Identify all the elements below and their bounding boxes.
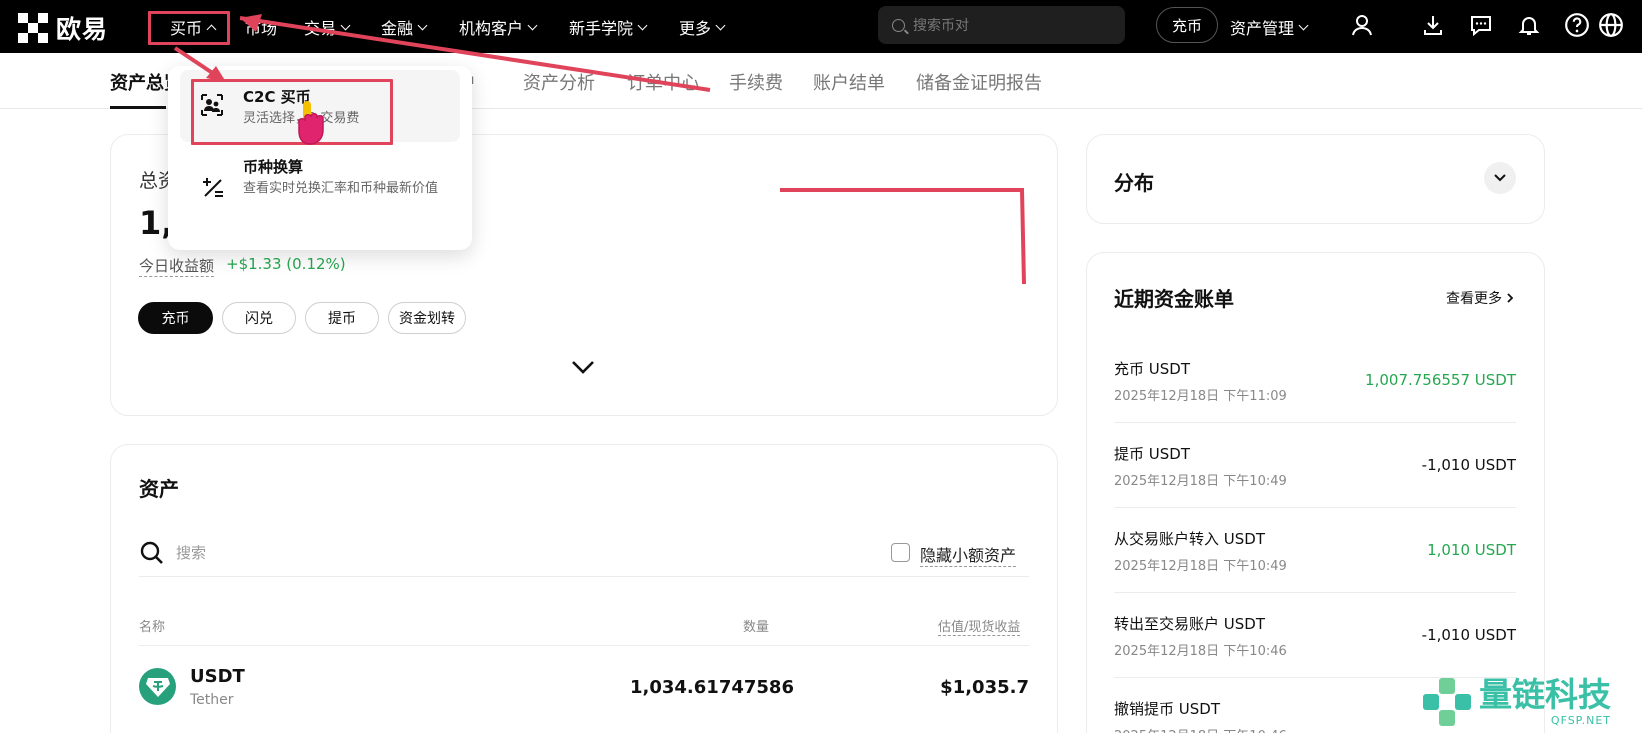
nav-academy[interactable]: 新手学院 [569, 15, 648, 39]
tab-statements[interactable]: 账户结单 [813, 69, 885, 95]
bill-amount: 1,010 USDT [1427, 541, 1516, 559]
chevron-down-icon [1494, 174, 1506, 182]
asset-fullname: Tether [190, 692, 234, 708]
divider [139, 645, 1029, 646]
nav-market[interactable]: 市场 [245, 15, 277, 39]
col-header-value[interactable]: 估值/现货收益 [938, 616, 1021, 636]
active-tab-indicator [110, 106, 166, 109]
assets-search-input[interactable]: 搜索 [176, 542, 206, 563]
usdt-token-icon [139, 668, 176, 705]
asset-management-label: 资产管理 [1230, 19, 1295, 38]
plus-minus-icon [203, 178, 223, 197]
divider [139, 576, 1029, 577]
divider [1114, 592, 1516, 593]
bill-amount: 1,007.756557 USDT [1365, 371, 1516, 389]
nav-trade-label: 交易 [304, 19, 337, 38]
user-icon[interactable] [1350, 13, 1374, 37]
top-deposit-button[interactable]: 充币 [1156, 7, 1218, 43]
transfer-button[interactable]: 资金划转 [388, 302, 466, 334]
watermark: 量链科技 QFSP.NET [1423, 676, 1611, 727]
nav-buy-crypto[interactable]: 买币 [170, 15, 217, 39]
chevron-right-icon [1507, 293, 1514, 303]
nav-more[interactable]: 更多 [679, 15, 726, 39]
pair-search-input[interactable]: 搜索币对 [878, 6, 1125, 44]
okx-logo-icon [18, 13, 48, 43]
distribution-card [1086, 134, 1545, 224]
expand-chevron-icon[interactable] [570, 358, 596, 376]
chat-icon[interactable] [1469, 13, 1493, 37]
recent-bills-title: 近期资金账单 [1114, 287, 1234, 311]
bill-item[interactable]: 转出至交易账户 USDT 2025年12月18日 下午10:46 -1,010 … [1114, 613, 1516, 659]
bill-amount: -1,010 USDT [1421, 456, 1516, 474]
deposit-button[interactable]: 充币 [138, 302, 213, 334]
chevron-down-icon [715, 20, 726, 30]
bill-item[interactable]: 提币 USDT 2025年12月18日 下午10:49 -1,010 USDT [1114, 443, 1516, 489]
tab-proof-of-reserves[interactable]: 储备金证明报告 [916, 69, 1042, 95]
chevron-down-icon [527, 20, 538, 30]
search-icon [892, 18, 905, 32]
withdraw-button[interactable]: 提币 [305, 302, 379, 334]
watermark-logo-icon [1423, 677, 1471, 726]
divider [1114, 422, 1516, 423]
today-pnl-value: +$1.33 (0.12%) [226, 255, 346, 273]
chevron-down-icon [1298, 20, 1309, 30]
chevron-up-icon [206, 24, 217, 34]
download-icon[interactable] [1421, 13, 1445, 37]
asset-value: $1,035.7 [940, 677, 1029, 698]
hide-small-label[interactable]: 隐藏小额资产 [920, 542, 1017, 567]
bill-amount: -1,010 USDT [1421, 626, 1516, 644]
brand-logo[interactable]: 欧易 [18, 10, 108, 46]
nav-market-label: 市场 [245, 19, 278, 38]
col-header-quantity: 数量 [743, 620, 770, 635]
chevron-down-icon [637, 20, 648, 30]
nav-institutional-label: 机构客户 [459, 19, 524, 38]
bill-item[interactable]: 充币 USDT 2025年12月18日 下午11:09 1,007.756557… [1114, 358, 1516, 404]
bill-item[interactable]: 从交易账户转入 USDT 2025年12月18日 下午10:49 1,010 U… [1114, 528, 1516, 574]
menu-item-currency-converter[interactable]: 币种换算 查看实时兑换汇率和币种最新价值 [180, 154, 460, 226]
distribution-toggle[interactable] [1484, 162, 1516, 194]
nav-finance-label: 金融 [381, 19, 414, 38]
help-icon[interactable] [1564, 12, 1590, 38]
globe-icon[interactable] [1598, 12, 1624, 38]
see-more-link[interactable]: 查看更多 [1446, 288, 1514, 308]
bell-icon[interactable] [1517, 13, 1541, 37]
tab-fees[interactable]: 手续费 [729, 69, 783, 95]
nav-institutional[interactable]: 机构客户 [459, 15, 538, 39]
menu-item-converter-desc: 查看实时兑换汇率和币种最新价值 [243, 181, 439, 196]
tab-order-center[interactable]: 订单中心 [627, 69, 699, 95]
chevron-down-icon [340, 20, 351, 30]
distribution-title: 分布 [1114, 171, 1154, 195]
watermark-url: QFSP.NET [1550, 714, 1611, 727]
asset-quantity: 1,034.61747586 [630, 677, 794, 698]
pair-search-placeholder: 搜索币对 [913, 18, 969, 34]
hide-small-checkbox[interactable] [891, 543, 910, 562]
divider [1114, 507, 1516, 508]
c2c-people-icon [201, 94, 223, 116]
col-header-name: 名称 [139, 620, 166, 635]
watermark-text: 量链科技 [1479, 675, 1611, 714]
nav-academy-label: 新手学院 [569, 19, 634, 38]
menu-item-converter-title: 币种换算 [243, 158, 304, 176]
brand-name: 欧易 [56, 15, 109, 44]
assets-title: 资产 [139, 477, 179, 501]
today-pnl-label[interactable]: 今日收益额 [139, 255, 215, 277]
see-more-label: 查看更多 [1446, 291, 1502, 307]
pointer-hand-icon [298, 101, 324, 145]
nav-more-label: 更多 [679, 19, 712, 38]
recent-bills-card [1086, 252, 1545, 733]
nav-finance[interactable]: 金融 [381, 15, 428, 39]
asset-management-menu[interactable]: 资产管理 [1230, 15, 1309, 39]
convert-button[interactable]: 闪兑 [222, 302, 296, 334]
search-icon [140, 541, 163, 564]
top-navigation-bar: 欧易 买币 市场 交易 金融 机构客户 新手学院 更多 搜索币对 充币 资产管理 [0, 0, 1642, 53]
asset-symbol[interactable]: USDT [190, 666, 245, 687]
buy-crypto-dropdown: C2C 买币 灵活选择，0 交易费 币种换算 查看实时兑换汇率和币种最新价值 [168, 66, 472, 250]
chevron-down-icon [417, 20, 428, 30]
nav-trade[interactable]: 交易 [304, 15, 351, 39]
tab-asset-analysis[interactable]: 资产分析 [523, 69, 595, 95]
nav-buy-crypto-label: 买币 [170, 19, 203, 38]
